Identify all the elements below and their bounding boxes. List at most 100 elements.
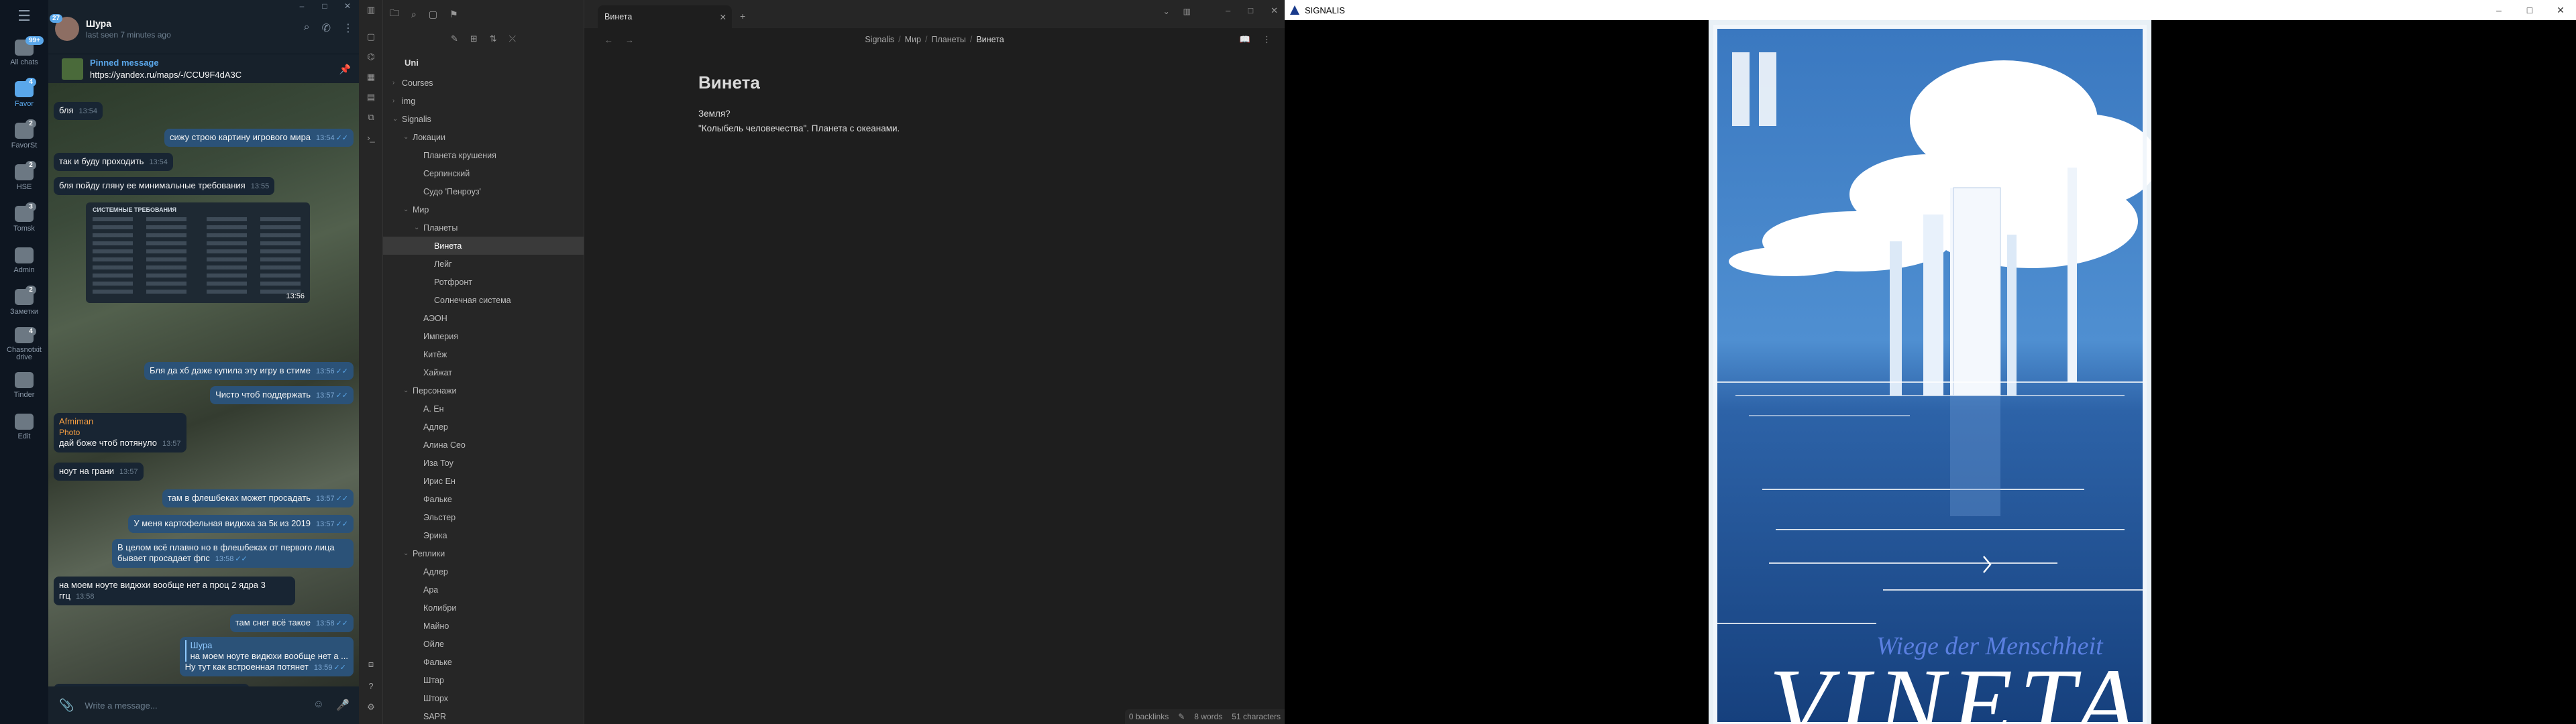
- tree-file[interactable]: Ара: [383, 581, 584, 599]
- tree-file[interactable]: Хайжат: [383, 363, 584, 381]
- tree-file[interactable]: Шторх: [383, 689, 584, 707]
- folder-9[interactable]: Edit: [0, 406, 48, 448]
- tab-vineta[interactable]: Винета ✕: [598, 5, 732, 28]
- file-icon[interactable]: ▢: [359, 27, 383, 47]
- tab-list-icon[interactable]: ⌄: [1163, 7, 1170, 16]
- tree-file[interactable]: Штар: [383, 671, 584, 689]
- message-list[interactable]: СИСТЕМНЫЕ ТРЕБОВАНИЯ 13:56 бля 13:54 сижу …: [48, 83, 359, 686]
- folder-5[interactable]: Admin: [0, 240, 48, 282]
- tree-file[interactable]: Солнечная система: [383, 291, 584, 309]
- tree-file[interactable]: АЭОН: [383, 309, 584, 327]
- tree-file[interactable]: Судо 'Пенроуз': [383, 182, 584, 200]
- bookmark-icon[interactable]: ⚑: [449, 9, 458, 20]
- tree-file[interactable]: Империя: [383, 327, 584, 345]
- tree-file[interactable]: Эрика: [383, 526, 584, 544]
- close-icon[interactable]: ✕: [1271, 5, 1278, 16]
- close-tab-icon[interactable]: ✕: [720, 12, 727, 22]
- message-bubble[interactable]: сижу строю картину игрового мира 13:54 ✓✓: [164, 129, 354, 147]
- pin-list-icon[interactable]: 📌: [339, 64, 351, 75]
- message-composer[interactable]: 📎 Write a message... ☺ 🎤: [48, 686, 359, 724]
- message-bubble[interactable]: так и буду проходить 13:54: [54, 153, 173, 171]
- sidebar-toggle-icon[interactable]: ▥: [359, 0, 383, 20]
- folder-4[interactable]: Tomsk 3: [0, 198, 48, 240]
- message-bubble[interactable]: У меня картофельная видюха за 5к из 2019…: [128, 515, 354, 533]
- tree-file[interactable]: Планета крушения: [383, 146, 584, 164]
- backlinks-count[interactable]: 0 backlinks: [1129, 712, 1169, 721]
- collapse-icon[interactable]: ⤫: [509, 34, 516, 44]
- maximize-icon[interactable]: □: [1248, 5, 1253, 16]
- tree-file[interactable]: Колибри: [383, 599, 584, 617]
- tree-file[interactable]: SAPR: [383, 707, 584, 724]
- message-input[interactable]: Write a message...: [85, 701, 157, 711]
- folder-icon[interactable]: 🗀: [390, 6, 399, 22]
- tree-file[interactable]: Лейг: [383, 255, 584, 273]
- folder-2[interactable]: FavorSt 2: [0, 115, 48, 157]
- breadcrumb-item[interactable]: Планеты: [931, 35, 965, 44]
- search-icon[interactable]: ⌕: [304, 21, 310, 35]
- calendar-icon[interactable]: ▤: [359, 87, 383, 107]
- folder-8[interactable]: Tinder: [0, 365, 48, 406]
- reading-view-icon[interactable]: 📖: [1240, 34, 1250, 45]
- close-icon[interactable]: ✕: [336, 0, 359, 12]
- vault-name[interactable]: Uni: [383, 58, 584, 74]
- message-bubble[interactable]: Бля да хб даже купила эту игру в стиме 13…: [144, 362, 354, 380]
- minimize-icon[interactable]: –: [290, 0, 313, 12]
- message-bubble[interactable]: Чисто чтоб поддержать 13:57 ✓✓: [210, 386, 354, 404]
- tree-file[interactable]: Алина Сео: [383, 436, 584, 454]
- tree-file[interactable]: Винета: [383, 237, 584, 255]
- minimize-icon[interactable]: –: [2483, 0, 2514, 20]
- tree-file[interactable]: А. Ен: [383, 400, 584, 418]
- tree-folder[interactable]: › img: [383, 92, 584, 110]
- sort-icon[interactable]: ⇅: [490, 34, 497, 44]
- templates-icon[interactable]: ⧉: [359, 107, 383, 127]
- canvas-icon[interactable]: ▦: [359, 67, 383, 87]
- vault-switch-icon[interactable]: ⧈: [359, 654, 383, 674]
- tree-folder[interactable]: › Courses: [383, 74, 584, 92]
- new-folder-icon[interactable]: ⊞: [470, 34, 478, 44]
- message-bubble[interactable]: там в флешбеках может просадать 13:57 ✓✓: [162, 489, 354, 507]
- microphone-icon[interactable]: 🎤: [336, 699, 350, 712]
- breadcrumb-item[interactable]: Signalis: [865, 35, 894, 44]
- tree-folder[interactable]: ⌄ Локации: [383, 128, 584, 146]
- attach-icon[interactable]: 📎: [59, 699, 74, 713]
- settings-icon[interactable]: ⚙: [359, 697, 383, 717]
- vineta-poster[interactable]: Wiege der Menschheit VINETA: [1709, 20, 2151, 724]
- message-bubble[interactable]: В целом всё плавно но в флешбеках от пер…: [112, 539, 354, 568]
- help-icon[interactable]: ?: [359, 676, 383, 696]
- avatar[interactable]: 27: [50, 14, 79, 41]
- close-icon[interactable]: ✕: [2545, 0, 2576, 20]
- right-sidebar-icon[interactable]: ▥: [1183, 7, 1191, 16]
- tree-file[interactable]: Серпинский: [383, 164, 584, 182]
- breadcrumb-current[interactable]: Винета: [976, 35, 1004, 44]
- message-bubble[interactable]: ноут на грани 13:57: [54, 463, 144, 481]
- maximize-icon[interactable]: □: [2514, 0, 2545, 20]
- tree-file[interactable]: Ойле: [383, 635, 584, 653]
- folder-3[interactable]: HSE 2: [0, 157, 48, 198]
- tree-folder[interactable]: ⌄ Персонажи: [383, 381, 584, 400]
- maximize-icon[interactable]: □: [313, 0, 336, 12]
- tree-file[interactable]: Эльстер: [383, 508, 584, 526]
- tree-folder[interactable]: ⌄ Планеты: [383, 219, 584, 237]
- tree-file[interactable]: Китёж: [383, 345, 584, 363]
- graph-icon[interactable]: ⌬: [359, 47, 383, 67]
- message-bubble[interactable]: Шура на моем ноуте видюхи вообще нет а ..…: [179, 637, 354, 676]
- tree-file[interactable]: Ротфронт: [383, 273, 584, 291]
- terminal-icon[interactable]: ›_: [359, 127, 383, 147]
- new-note-icon[interactable]: ✎: [451, 34, 458, 44]
- tree-file[interactable]: Ирис Ен: [383, 472, 584, 490]
- tree-file[interactable]: Фальке: [383, 490, 584, 508]
- edit-icon[interactable]: ✎: [1178, 712, 1185, 721]
- phone-icon[interactable]: ✆: [322, 21, 331, 35]
- system-requirements-image[interactable]: СИСТЕМНЫЕ ТРЕБОВАНИЯ 13:56: [86, 202, 310, 303]
- new-tab-icon[interactable]: +: [740, 11, 745, 21]
- game-viewport[interactable]: Wiege der Menschheit VINETA: [1285, 20, 2576, 724]
- tree-file[interactable]: Адлер: [383, 562, 584, 581]
- emoji-icon[interactable]: ☺: [313, 699, 324, 712]
- tree-folder[interactable]: ⌄ Реплики: [383, 544, 584, 562]
- message-bubble[interactable]: там снег всё такое 13:58 ✓✓: [229, 614, 354, 632]
- more-icon[interactable]: ⋮: [343, 21, 354, 35]
- folder-1[interactable]: Favor 4: [0, 74, 48, 115]
- tree-folder[interactable]: ⌄ Мир: [383, 200, 584, 219]
- chat-title[interactable]: Шура last seen 7 minutes ago: [86, 18, 171, 40]
- breadcrumb-item[interactable]: Мир: [905, 35, 921, 44]
